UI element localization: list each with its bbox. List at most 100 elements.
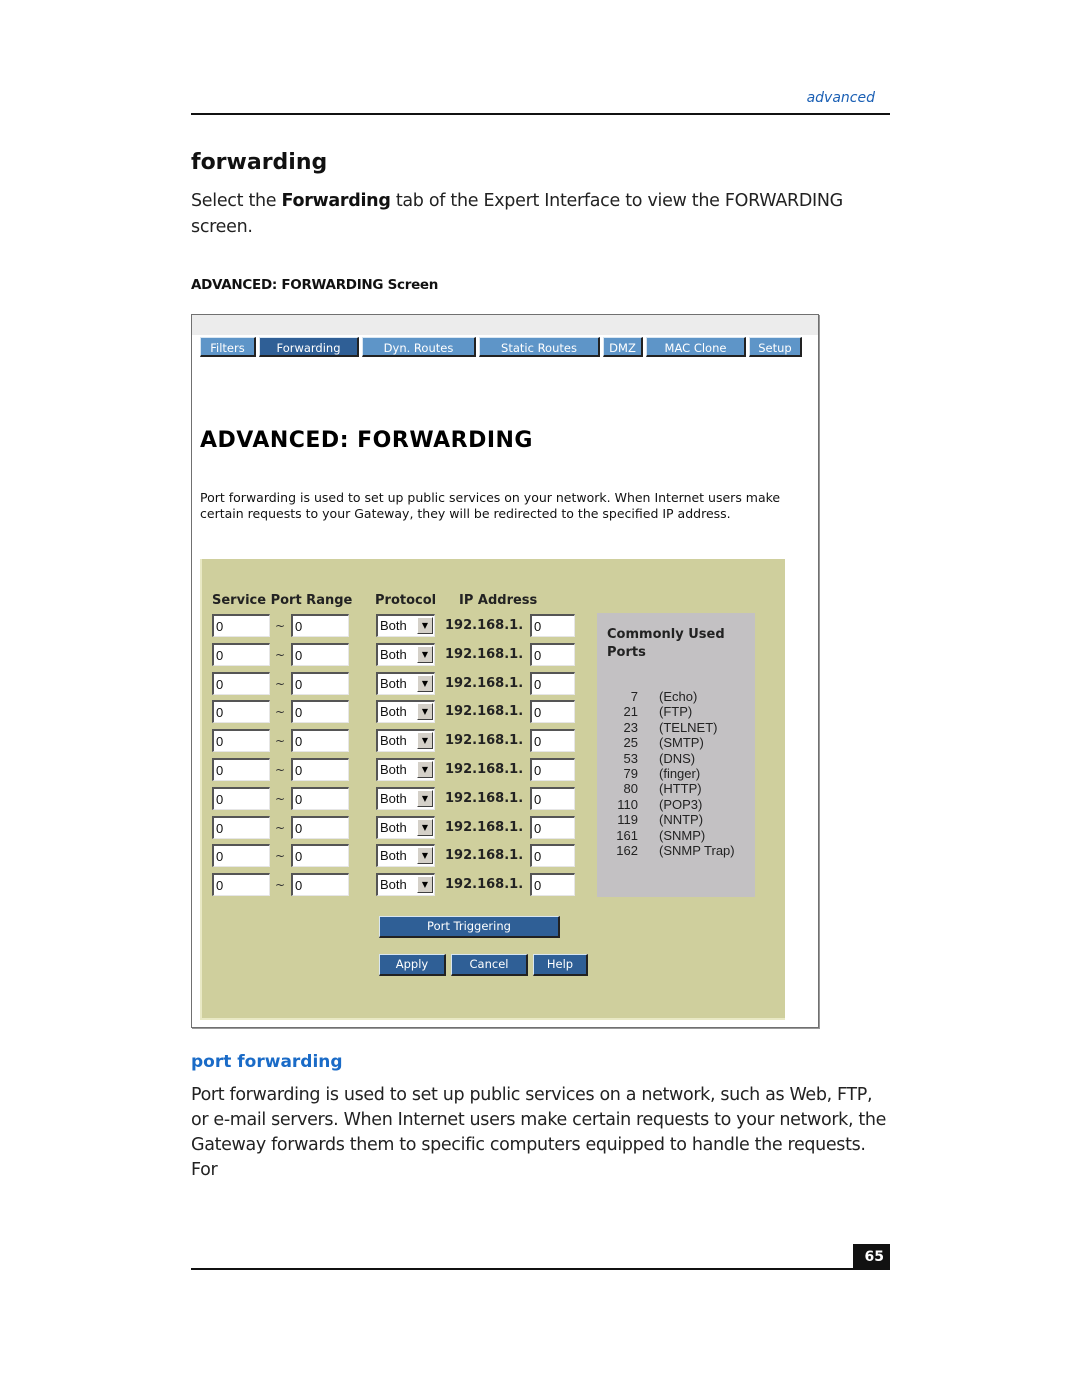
section-tag: advanced [806, 90, 875, 106]
ip-last-octet-input[interactable]: 0 [530, 671, 575, 695]
protocol-select[interactable]: Both ▼ [376, 815, 435, 839]
common-port-item: 7 (Echo) [597, 689, 755, 704]
common-port-item: 80 (HTTP) [597, 781, 755, 796]
forwarding-row: 0 ~0 Both ▼ 192.168.1. 0 [212, 758, 582, 782]
protocol-value: Both [380, 704, 407, 720]
ip-last-octet-input[interactable]: 0 [530, 786, 575, 810]
port-start-input[interactable]: 0 [212, 671, 270, 695]
ip-last-octet-input[interactable]: 0 [530, 729, 575, 753]
port-end-input[interactable]: 0 [291, 700, 349, 724]
ip-prefix: 192.168.1. [445, 618, 524, 633]
port-start-input[interactable]: 0 [212, 786, 270, 810]
protocol-select[interactable]: Both ▼ [376, 614, 435, 637]
apply-button[interactable]: Apply [379, 954, 446, 976]
port-number: 23 [623, 719, 638, 735]
port-number: 53 [623, 750, 638, 766]
protocol-select[interactable]: Both ▼ [376, 873, 435, 897]
ip-prefix: 192.168.1. [445, 704, 524, 720]
port-end-input[interactable]: 0 [291, 614, 349, 637]
dropdown-arrow-icon[interactable]: ▼ [417, 789, 433, 807]
ip-last-octet-input[interactable]: 0 [530, 642, 575, 666]
common-port-item: 161 (SNMP) [597, 828, 755, 843]
figure-caption: ADVANCED: FORWARDING Screen [191, 277, 439, 293]
protocol-select[interactable]: Both ▼ [376, 729, 435, 753]
protocol-select[interactable]: Both ▼ [376, 700, 435, 724]
ip-last-octet-input[interactable]: 0 [530, 700, 575, 724]
help-button[interactable]: Help [533, 954, 588, 976]
dropdown-arrow-icon[interactable]: ▼ [417, 761, 433, 778]
ip-last-octet-input[interactable]: 0 [530, 844, 575, 868]
port-start-input[interactable]: 0 [212, 729, 270, 753]
dropdown-arrow-icon[interactable]: ▼ [417, 674, 433, 692]
common-port-item: 79 (finger) [597, 766, 755, 781]
port-start-input[interactable]: 0 [212, 815, 270, 839]
tab-setup[interactable]: Setup [749, 337, 802, 357]
common-port-item: 53 (DNS) [597, 751, 755, 766]
port-start-input[interactable]: 0 [212, 614, 270, 637]
subsection-heading: port forwarding [191, 1052, 343, 1072]
ip-prefix: 192.168.1. [445, 877, 524, 893]
dropdown-arrow-icon[interactable]: ▼ [417, 876, 433, 894]
tab-forwarding[interactable]: Forwarding [259, 337, 359, 357]
dropdown-arrow-icon[interactable]: ▼ [417, 703, 433, 721]
dropdown-arrow-icon[interactable]: ▼ [417, 818, 433, 836]
forwarding-row: 0 ~0 Both ▼ 192.168.1. 0 [212, 786, 582, 811]
port-start-input[interactable]: 0 [212, 642, 270, 666]
range-separator: ~ [275, 791, 286, 806]
port-end-input[interactable]: 0 [291, 642, 349, 666]
common-port-item: 25 (SMTP) [597, 735, 755, 750]
port-start-input[interactable]: 0 [212, 873, 270, 897]
port-start-input[interactable]: 0 [212, 700, 270, 724]
port-start-input[interactable]: 0 [212, 758, 270, 781]
protocol-select[interactable]: Both ▼ [376, 758, 435, 781]
dropdown-arrow-icon[interactable]: ▼ [417, 732, 433, 750]
protocol-value: Both [380, 848, 407, 864]
tab-dyn-routes[interactable]: Dyn. Routes [362, 337, 476, 357]
ip-last-octet-input[interactable]: 0 [530, 873, 575, 897]
column-header-ip-address: IP Address [459, 593, 538, 608]
port-number: 110 [617, 796, 638, 812]
range-separator: ~ [275, 849, 286, 864]
port-number: 79 [623, 766, 638, 781]
cancel-button[interactable]: Cancel [451, 954, 528, 976]
port-end-input[interactable]: 0 [291, 758, 349, 781]
dropdown-arrow-icon[interactable]: ▼ [417, 645, 433, 663]
protocol-select[interactable]: Both ▼ [376, 642, 435, 666]
port-triggering-button[interactable]: Port Triggering [379, 916, 560, 938]
tab-dmz[interactable]: DMZ [603, 337, 643, 357]
forwarding-row: 0 ~0 Both ▼ 192.168.1. 0 [212, 815, 582, 840]
range-separator: ~ [275, 734, 286, 749]
port-service-name: (TELNET) [659, 719, 718, 735]
port-service-name: (HTTP) [659, 781, 702, 797]
tab-filters[interactable]: Filters [200, 337, 256, 357]
common-port-item: 23 (TELNET) [597, 720, 755, 735]
range-separator: ~ [275, 705, 286, 720]
port-end-input[interactable]: 0 [291, 729, 349, 753]
dropdown-arrow-icon[interactable]: ▼ [417, 617, 433, 634]
protocol-select[interactable]: Both ▼ [376, 844, 435, 868]
port-end-input[interactable]: 0 [291, 873, 349, 897]
page-heading: forwarding [191, 150, 328, 175]
port-end-input[interactable]: 0 [291, 844, 349, 868]
ip-last-octet-input[interactable]: 0 [530, 758, 575, 781]
ip-prefix: 192.168.1. [445, 646, 524, 662]
tab-static-routes[interactable]: Static Routes [479, 337, 600, 357]
ip-last-octet-input[interactable]: 0 [530, 815, 575, 839]
tab-mac-clone[interactable]: MAC Clone [646, 337, 746, 357]
forwarding-row: 0 ~0 Both ▼ 192.168.1. 0 [212, 671, 582, 696]
ip-last-octet-input[interactable]: 0 [530, 614, 575, 637]
port-end-input[interactable]: 0 [291, 671, 349, 695]
port-start-input[interactable]: 0 [212, 844, 270, 868]
protocol-select[interactable]: Both ▼ [376, 786, 435, 810]
port-end-input[interactable]: 0 [291, 815, 349, 839]
protocol-value: Both [380, 762, 407, 777]
dropdown-arrow-icon[interactable]: ▼ [417, 847, 433, 865]
protocol-select[interactable]: Both ▼ [376, 671, 435, 695]
forwarding-row: 0 ~0 Both ▼ 192.168.1. 0 [212, 729, 582, 753]
forwarding-row: 0 ~0 Both ▼ 192.168.1. 0 [212, 614, 582, 638]
range-separator: ~ [275, 647, 286, 662]
port-number: 162 [616, 843, 638, 858]
intro-paragraph: Select the Forwarding tab of the Expert … [191, 188, 881, 240]
port-end-input[interactable]: 0 [291, 786, 349, 810]
intro-bold: Forwarding [281, 191, 391, 211]
